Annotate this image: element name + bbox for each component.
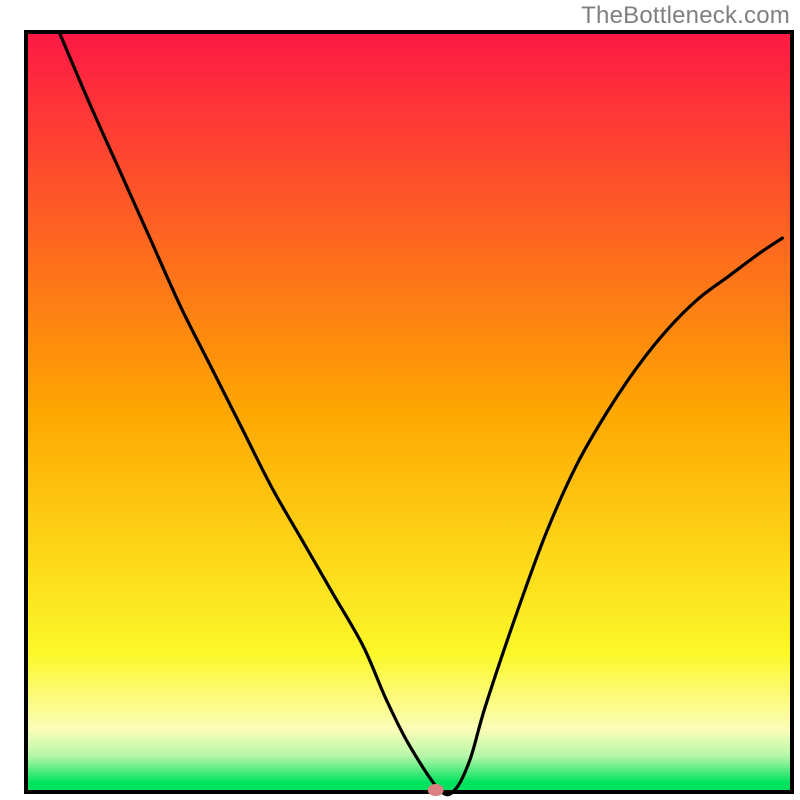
minimum-marker — [428, 784, 444, 796]
plot-background — [28, 34, 790, 790]
plot-border-bottom — [24, 790, 794, 794]
plot-border-top — [24, 30, 794, 34]
plot-border-right — [790, 30, 794, 794]
chart-stage: TheBottleneck.com — [0, 0, 800, 800]
bottleneck-chart — [0, 0, 800, 800]
plot-border-left — [24, 30, 28, 794]
